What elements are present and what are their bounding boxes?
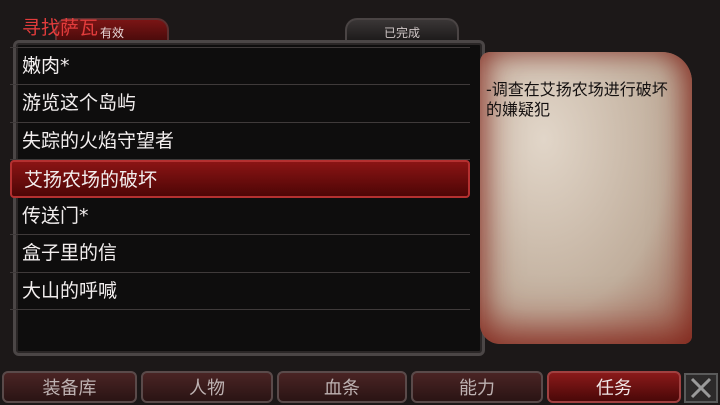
quest-item[interactable]: 游览这个岛屿 <box>10 85 470 123</box>
nav-health-button[interactable]: 血条 <box>277 371 407 403</box>
bottom-nav: 装备库 人物 血条 能力 任务 <box>0 371 720 405</box>
close-icon <box>690 377 712 399</box>
quest-list[interactable]: 寻找萨瓦 嫩肉* 游览这个岛屿 失踪的火焰守望者 艾扬农场的破坏 传送门* 盒子… <box>10 10 470 342</box>
quest-item[interactable]: 盒子里的信 <box>10 235 470 273</box>
quest-detail-text: -调查在艾扬农场进行破坏的嫌疑犯 <box>486 80 668 119</box>
quest-detail-parchment: -调查在艾扬农场进行破坏的嫌疑犯 <box>480 52 692 344</box>
nav-inventory-button[interactable]: 装备库 <box>2 371 137 403</box>
quest-item[interactable]: 传送门* <box>10 198 470 235</box>
nav-abilities-button[interactable]: 能力 <box>411 371 543 403</box>
quest-item[interactable]: 嫩肉* <box>10 48 470 85</box>
quest-item[interactable]: 寻找萨瓦 <box>10 10 470 48</box>
close-button[interactable] <box>684 373 718 403</box>
nav-character-button[interactable]: 人物 <box>141 371 273 403</box>
nav-quests-button[interactable]: 任务 <box>547 371 681 403</box>
quest-item[interactable]: 大山的呼喊 <box>10 273 470 310</box>
quest-item-selected[interactable]: 艾扬农场的破坏 <box>10 160 470 198</box>
quest-item[interactable]: 失踪的火焰守望者 <box>10 123 470 160</box>
